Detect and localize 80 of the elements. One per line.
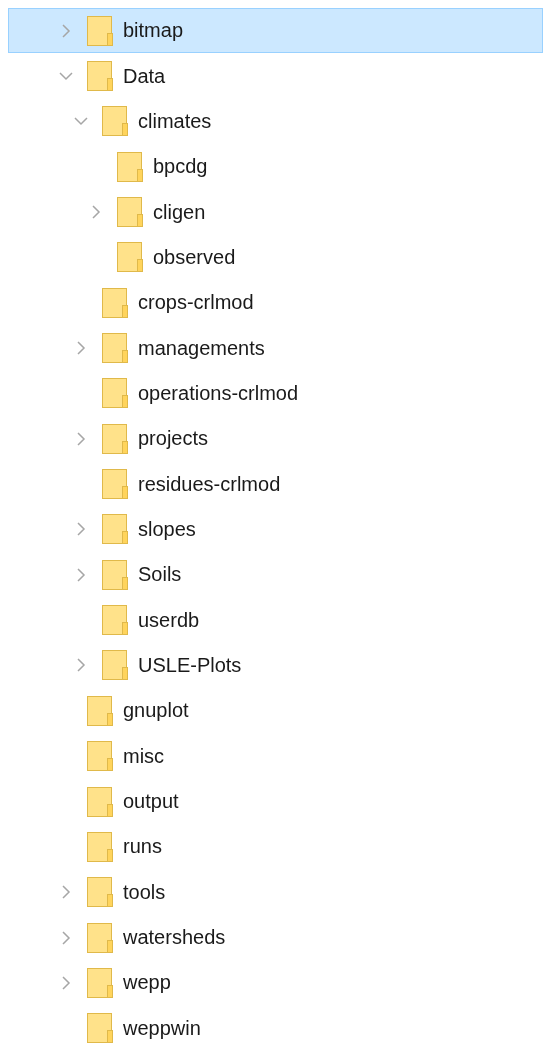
folder-icon [102, 378, 128, 409]
tree-item[interactable]: bitmap [8, 8, 543, 54]
chevron-right-icon[interactable] [74, 431, 88, 446]
tree-item[interactable]: userdb [8, 597, 543, 643]
folder-icon [102, 514, 128, 545]
folder-icon [102, 333, 128, 364]
folder-icon [87, 877, 113, 908]
chevron-right-icon[interactable] [59, 885, 73, 900]
folder-name: wepp [123, 971, 171, 995]
chevron-right-icon[interactable] [59, 23, 73, 38]
folder-icon [87, 786, 113, 817]
folder-name: crops-crlmod [138, 291, 254, 315]
folder-name: watersheds [123, 926, 226, 950]
folder-icon [87, 922, 113, 953]
folder-name: residues-crlmod [138, 472, 281, 496]
folder-icon [102, 650, 128, 681]
folder-icon [117, 242, 143, 273]
tree-item[interactable]: residues-crlmod [8, 461, 543, 507]
chevron-right-icon[interactable] [74, 658, 88, 673]
folder-icon [87, 741, 113, 772]
folder-name: observed [153, 245, 236, 269]
folder-icon [87, 61, 113, 91]
folder-icon [102, 605, 128, 636]
folder-name: cligen [153, 200, 206, 224]
folder-icon [87, 967, 113, 998]
tree-item[interactable]: climates [8, 98, 543, 145]
tree-item[interactable]: wepp [8, 960, 543, 1006]
folder-icon [87, 831, 113, 862]
chevron-right-icon[interactable] [74, 567, 88, 582]
chevron-right-icon[interactable] [59, 975, 73, 990]
folder-name: weppwin [123, 1016, 201, 1040]
chevron-right-icon[interactable] [74, 341, 88, 356]
tree-item[interactable]: Data [8, 53, 543, 99]
folder-icon [102, 423, 128, 454]
folder-name: operations-crlmod [138, 381, 299, 405]
chevron-right-icon[interactable] [59, 930, 73, 945]
tree-item[interactable]: runs [8, 824, 543, 870]
tree-item[interactable]: misc [8, 733, 543, 779]
folder-name: misc [123, 744, 165, 768]
tree-item[interactable]: managements [8, 325, 543, 371]
folder-name: runs [123, 835, 162, 859]
tree-item[interactable]: observed [8, 234, 543, 281]
folder-icon [102, 559, 128, 590]
tree-item[interactable]: tools [8, 869, 543, 915]
tree-item[interactable]: weppwin [8, 1005, 543, 1043]
tree-item[interactable]: output [8, 778, 543, 825]
folder-icon [102, 469, 128, 500]
folder-name: USLE-Plots [138, 654, 242, 677]
folder-icon [87, 695, 113, 726]
folder-icon [102, 106, 128, 137]
folder-name: bpcdg [153, 155, 208, 179]
folder-name: output [123, 790, 179, 813]
chevron-down-icon[interactable] [59, 69, 73, 83]
folder-name: userdb [138, 608, 200, 632]
folder-name: managements [138, 336, 265, 360]
tree-item[interactable]: crops-crlmod [8, 280, 543, 326]
folder-name: gnuplot [123, 699, 189, 723]
tree-item[interactable]: Soils [8, 552, 543, 598]
folder-icon [117, 197, 143, 228]
tree-item[interactable]: watersheds [8, 914, 543, 961]
tree-item[interactable]: gnuplot [8, 688, 543, 734]
tree-item[interactable]: bpcdg [8, 144, 543, 190]
folder-icon [102, 287, 128, 318]
folder-name: tools [123, 880, 166, 904]
folder-icon [87, 1013, 113, 1043]
tree-item[interactable]: projects [8, 416, 543, 462]
folder-icon [87, 15, 113, 46]
folder-name: projects [138, 427, 209, 451]
chevron-right-icon[interactable] [74, 522, 88, 537]
folder-name: slopes [138, 517, 196, 541]
folder-name: Soils [138, 563, 182, 587]
tree-item[interactable]: slopes [8, 506, 543, 553]
tree-item[interactable]: USLE-Plots [8, 642, 543, 689]
folder-icon [117, 151, 143, 182]
folder-name: Data [123, 64, 166, 88]
folder-name: climates [138, 109, 212, 133]
tree-item[interactable]: cligen [8, 189, 543, 235]
tree-item[interactable]: operations-crlmod [8, 370, 543, 417]
chevron-right-icon[interactable] [89, 205, 103, 220]
folder-name: bitmap [123, 19, 184, 43]
